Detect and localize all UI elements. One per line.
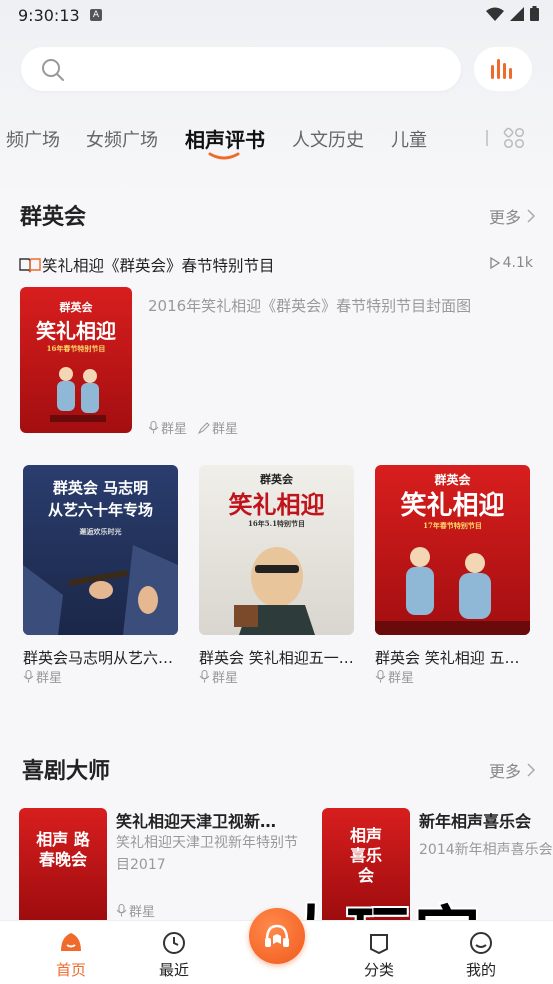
microphone-icon (148, 421, 159, 434)
more-link-comedy-masters[interactable]: 更多 (489, 758, 536, 782)
card-host: 群星 (199, 667, 238, 686)
featured-title[interactable]: 笑礼相迎《群英会》春节特别节目 (42, 254, 275, 276)
microphone-icon (375, 670, 386, 683)
author-name: 群星 (212, 422, 239, 437)
comedy-host: 群星 (116, 901, 155, 920)
bars-icon (491, 59, 512, 79)
microphone-icon (199, 670, 210, 683)
nav-label: 我的 (465, 961, 496, 979)
host-name: 群星 (388, 671, 415, 686)
headphones-icon (265, 924, 289, 947)
more-link-qunyinghui[interactable]: 更多 (489, 204, 536, 228)
cover-text: 相声 路春晚会 (36, 830, 90, 869)
wifi-icon (486, 7, 504, 21)
cover-illustration (50, 367, 106, 422)
card-title[interactable]: 群英会 笑礼相迎五一… (199, 647, 359, 668)
nav-profile[interactable]: 我的 (446, 921, 516, 984)
cover-main-text: 笑礼相迎 (36, 319, 116, 343)
player-button[interactable] (249, 908, 305, 964)
card-cover[interactable]: 群英会 马志明 从艺六十年专场 邂逅欢乐时光 (23, 465, 178, 635)
cover-line2: 从艺六十年专场 (47, 501, 153, 519)
clock-icon (163, 932, 185, 954)
search-icon (42, 59, 64, 81)
card-cover[interactable]: 群英会 笑礼相迎 16年5.1特别节目 (199, 465, 354, 635)
microphone-icon (116, 904, 127, 917)
notification-icon: A (90, 9, 102, 21)
status-bar: 9:30:13 A (0, 0, 553, 32)
more-label: 更多 (489, 208, 522, 227)
cover-illustration (234, 547, 315, 635)
host-name: 群星 (129, 905, 156, 920)
cover-sub-text: 16年5.1特别节目 (248, 519, 305, 528)
featured-host: 群星 (148, 418, 187, 437)
cover-main-text: 笑礼相迎 (400, 491, 505, 521)
chevron-right-icon (527, 763, 536, 777)
nav-recent[interactable]: 最近 (139, 921, 209, 984)
featured-author: 群星 (198, 418, 238, 437)
nav-label: 分类 (363, 961, 394, 979)
book-icon (19, 258, 41, 273)
section-title-qunyinghui: 群英会 (20, 205, 87, 230)
nav-category[interactable]: 分类 (344, 921, 414, 984)
chevron-right-icon (527, 209, 536, 223)
nav-label: 最近 (158, 961, 189, 979)
ranking-button[interactable] (474, 47, 532, 91)
tab-divider (486, 130, 488, 146)
status-time: 9:30:13 (18, 6, 80, 25)
nav-home[interactable]: 首页 (36, 921, 106, 984)
profile-icon (470, 932, 492, 954)
status-icons (486, 6, 539, 21)
active-tab-indicator (208, 152, 240, 160)
comedy-title[interactable]: 笑礼相迎天津卫视新… (116, 808, 296, 832)
host-name: 群星 (212, 671, 239, 686)
comedy-description: 2014新年相声喜乐会 (419, 842, 553, 858)
search-input[interactable] (21, 47, 461, 91)
featured-description: 2016年笑礼相迎《群英会》春节特别节目封面图 (148, 297, 472, 315)
section-title-comedy-masters: 喜剧大师 (22, 759, 111, 784)
card-host: 群星 (23, 667, 62, 686)
home-icon (61, 933, 81, 951)
tab-children[interactable]: 儿童 (391, 126, 427, 152)
cover-line1: 群英会 马志明 (52, 479, 149, 497)
card-host: 群星 (375, 667, 414, 686)
tab-female-channel[interactable]: 女频广场 (86, 126, 158, 152)
cover-text: 相声喜乐会 (349, 826, 382, 885)
featured-play-count: 4.1k (489, 255, 533, 271)
host-name: 群星 (161, 422, 188, 437)
cover-top-text: 群英会 (59, 301, 93, 314)
cover-illustration (23, 545, 178, 635)
signal-icon (510, 6, 524, 21)
cover-main-text: 笑礼相迎 (228, 490, 325, 519)
cover-sub-text: 16年春节特别节目 (46, 344, 106, 353)
more-label: 更多 (489, 762, 522, 781)
card-cover[interactable]: 群英会 笑礼相迎 17年春节特别节目 (375, 465, 530, 635)
category-icon (370, 934, 388, 955)
cover-sub-text: 17年春节特别节目 (423, 521, 482, 530)
battery-icon (530, 6, 539, 21)
card-title[interactable]: 群英会 笑礼相迎 五… (375, 647, 535, 668)
all-categories-icon[interactable] (503, 127, 525, 149)
cover-illustration (375, 547, 530, 635)
tab-male-channel[interactable]: 频广场 (6, 126, 60, 152)
play-count-value: 4.1k (502, 255, 533, 271)
nav-label: 首页 (55, 961, 86, 979)
host-name: 群星 (36, 671, 63, 686)
featured-cover[interactable]: 群英会 笑礼相迎 16年春节特别节目 (20, 287, 132, 433)
comedy-description: 笑礼相迎天津卫视新年特别节目2017 (116, 835, 298, 873)
comedy-title[interactable]: 新年相声喜乐会 (419, 808, 553, 832)
tab-crosstalk[interactable]: 相声评书 (185, 124, 265, 153)
cover-line3: 邂逅欢乐时光 (79, 527, 122, 536)
comedy-cover[interactable]: 相声 路春晚会 (19, 808, 107, 920)
play-icon (489, 257, 500, 269)
card-title[interactable]: 群英会马志明从艺六… (23, 647, 183, 668)
tab-history[interactable]: 人文历史 (292, 126, 364, 152)
pen-icon (198, 421, 210, 434)
microphone-icon (23, 670, 34, 683)
